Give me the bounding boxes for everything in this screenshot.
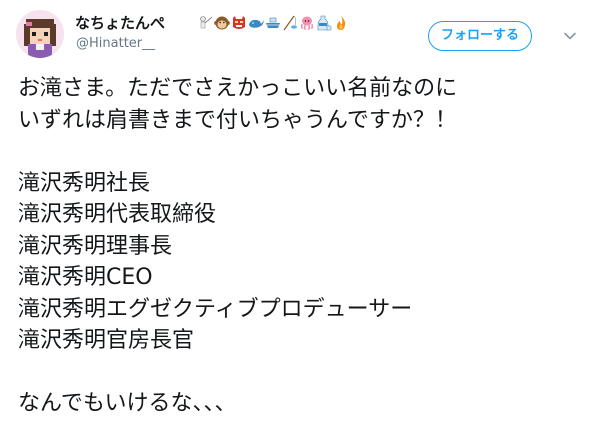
tweet-text-line: いずれは肩書きまで付いちゃうんですか？！ — [18, 107, 457, 133]
tweet-text-line: 滝沢秀明エグゼクティブプロデューサー — [18, 296, 413, 322]
tweet-header: なちょたんぺ @Hinatter__ フォローする — [12, 10, 586, 60]
tweet-text-blank-line — [18, 357, 588, 389]
fire-icon — [333, 15, 349, 31]
fencer-icon — [197, 15, 213, 31]
avatar[interactable] — [16, 10, 64, 58]
tweet-text-line: なんでもいけるな、、、 — [18, 391, 237, 416]
chevron-down-icon[interactable] — [560, 26, 580, 46]
monkey-face-icon — [214, 15, 230, 31]
tweet-text-line: 滝沢秀明社長 — [18, 170, 151, 196]
ship-icon — [265, 15, 281, 31]
author-names: なちょたんぺ @Hinatter__ — [75, 13, 405, 57]
tweet-text-line: 滝沢秀明代表取締役 — [18, 202, 217, 227]
tweet-text-line: お滝さま。ただでさえかっこいい名前なのに — [18, 76, 458, 101]
oni-mask-icon — [231, 15, 247, 31]
tweet-text-line: 滝沢秀明CEO — [18, 265, 153, 290]
whale-icon — [248, 15, 264, 31]
tweet-card: なちょたんぺ @Hinatter__ フォローする お滝さま。ただでさえかっこい… — [0, 0, 598, 431]
octopus-icon — [299, 15, 315, 31]
fishing-pole-icon — [282, 15, 298, 31]
name-emoji-row — [197, 13, 349, 33]
sake-icon — [316, 15, 332, 31]
author-handle[interactable]: @Hinatter__ — [76, 36, 155, 52]
follow-button[interactable]: フォローする — [428, 21, 532, 51]
display-name[interactable]: なちょたんぺ — [75, 13, 165, 33]
tweet-text: お滝さま。ただでさえかっこいい名前なのに いずれは肩書きまで付いちゃうんですか？… — [18, 73, 588, 420]
tweet-text-line: 滝沢秀明理事長 — [18, 233, 173, 259]
tweet-text-line: 滝沢秀明官房長官 — [18, 328, 195, 353]
tweet-text-blank-line — [18, 136, 588, 168]
avatar-image — [16, 10, 64, 58]
